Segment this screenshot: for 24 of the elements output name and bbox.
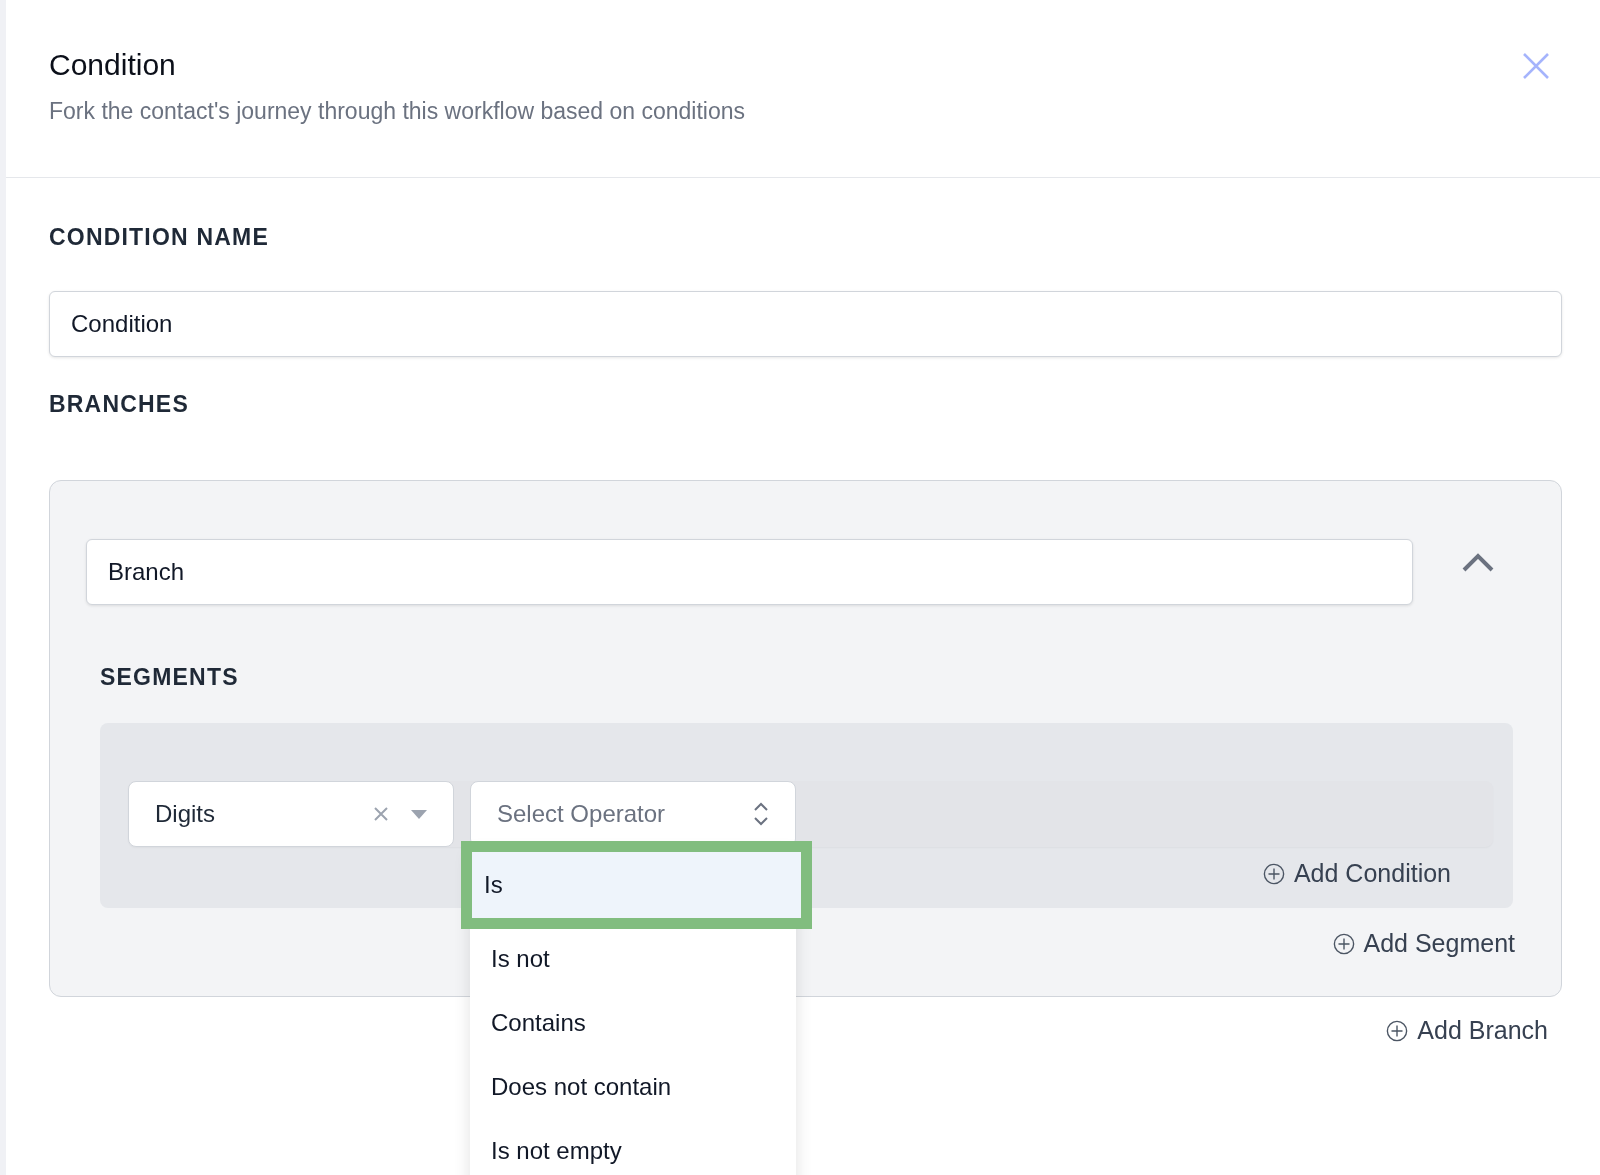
plus-circle-icon — [1332, 932, 1355, 955]
add-segment-button[interactable]: Add Segment — [1332, 929, 1515, 958]
section-label: CONDITION NAME — [49, 223, 270, 252]
dropdown-option[interactable]: Is — [472, 852, 801, 918]
close-icon[interactable] — [1522, 52, 1550, 80]
add-condition-button[interactable]: Add Condition — [1262, 859, 1451, 888]
chevron-icon[interactable] — [1461, 552, 1495, 572]
plus-circle-icon — [1386, 1019, 1409, 1042]
dropdown-option[interactable]: Contains — [470, 991, 796, 1055]
panel-subtitle: Fork the contact's journey through this workflow based on conditions — [49, 97, 746, 126]
dropdown-option[interactable]: Is not empty — [470, 1119, 796, 1175]
clear-icon[interactable] — [373, 806, 389, 822]
sort-arrows-icon — [753, 801, 769, 827]
dropdown-option[interactable]: Does not contain — [470, 1055, 796, 1119]
branch-name-field[interactable]: Branch — [86, 539, 1413, 605]
add-branch-button[interactable]: Add Branch — [1386, 1016, 1548, 1045]
condition-name-field[interactable]: Condition — [49, 291, 1562, 357]
dropdown-option[interactable]: Is not — [470, 927, 796, 991]
panel-title: Condition — [49, 47, 177, 83]
section-label: BRANCHES — [49, 390, 190, 419]
field-select[interactable]: Digits — [128, 781, 454, 847]
dropdown-caret-icon — [411, 809, 427, 819]
plus-circle-icon — [1262, 862, 1285, 885]
section-label: SEGMENTS — [100, 663, 240, 692]
